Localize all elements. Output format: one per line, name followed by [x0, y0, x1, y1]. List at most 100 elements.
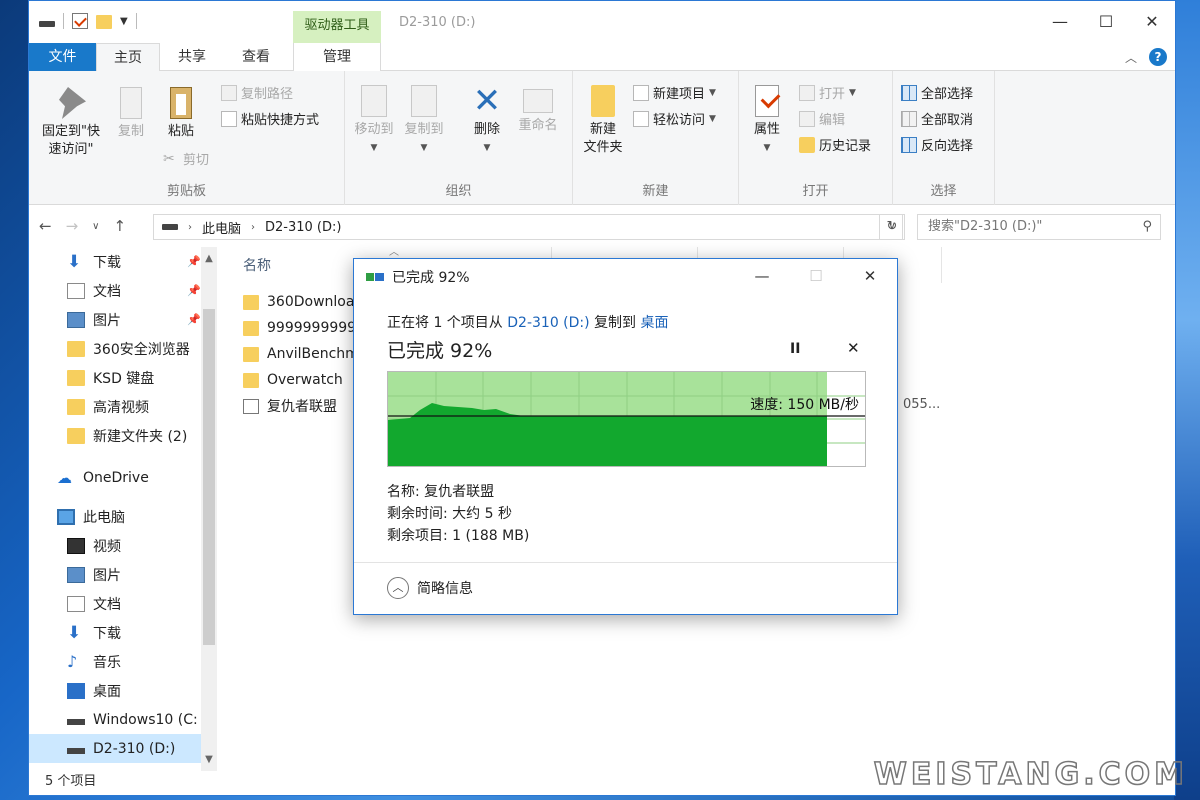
select-none-button[interactable]: 全部取消: [901, 109, 973, 128]
tab-file[interactable]: 文件: [29, 43, 96, 71]
nav-item-pictures-pinned[interactable]: 图片 📌: [29, 305, 201, 334]
nav-item-ksd-keyboard[interactable]: KSD 键盘: [29, 363, 201, 392]
paste-button[interactable]: 粘贴: [161, 87, 201, 141]
history-icon: [799, 136, 815, 153]
fewer-details-toggle[interactable]: ︿ 简略信息: [387, 577, 473, 599]
nav-item-this-pc[interactable]: 此电脑: [29, 502, 201, 531]
refresh-button[interactable]: ↻: [879, 214, 905, 240]
tab-share[interactable]: 共享: [160, 43, 224, 71]
forward-button[interactable]: →: [66, 217, 79, 235]
new-folder-button[interactable]: 新建 文件夹: [577, 85, 629, 157]
pin-to-quick-access-button[interactable]: 固定到"快 速访问": [35, 87, 107, 159]
nav-item-downloads-pinned[interactable]: ⬇ 下载 📌: [29, 247, 201, 276]
breadcrumb-this-pc[interactable]: 此电脑: [202, 218, 241, 237]
nav-item-documents-pinned[interactable]: 文档 📌: [29, 276, 201, 305]
source-link[interactable]: D2-310 (D:): [507, 315, 589, 331]
nav-item-hd-video[interactable]: 高清视频: [29, 392, 201, 421]
organize-group-label: 组织: [445, 184, 472, 199]
paste-icon: [170, 87, 192, 119]
delete-button[interactable]: ✕ 删除 ▼: [467, 84, 507, 157]
nav-item-drive-c[interactable]: Windows10 (C:: [29, 705, 201, 734]
nav-item-downloads[interactable]: ⬇ 下载: [29, 618, 201, 647]
properties-button[interactable]: 属性 ▼: [747, 85, 787, 157]
tab-view[interactable]: 查看: [224, 43, 288, 71]
dropdown-arrow-icon: ▼: [849, 87, 856, 98]
up-button[interactable]: ↑: [113, 217, 126, 235]
copy-to-icon: [411, 85, 437, 117]
back-button[interactable]: ←: [39, 217, 52, 235]
copy-icon: [120, 87, 142, 119]
file-row[interactable]: Overwatch: [243, 367, 343, 393]
tab-home[interactable]: 主页: [96, 43, 160, 72]
scroll-down-icon[interactable]: ▼: [201, 754, 217, 765]
nav-item-videos[interactable]: 视频: [29, 531, 201, 560]
dialog-close-button[interactable]: ✕: [843, 259, 897, 293]
copy-button[interactable]: 复制: [111, 87, 151, 141]
minimize-button[interactable]: —: [1037, 1, 1083, 43]
copy-description: 正在将 1 个项目从 D2-310 (D:) 复制到 桌面: [387, 312, 669, 332]
copy-to-button[interactable]: 复制到 ▼: [401, 85, 447, 157]
cancel-copy-button[interactable]: ✕: [847, 339, 860, 357]
file-row[interactable]: AnvilBenchm: [243, 341, 359, 367]
properties-icon[interactable]: [72, 13, 88, 29]
address-bar[interactable]: › 此电脑 › D2-310 (D:) ∨: [153, 214, 903, 240]
pin-icon[interactable]: 📌: [187, 284, 201, 297]
invert-selection-button[interactable]: 反向选择: [901, 135, 973, 154]
nav-item-onedrive[interactable]: ☁ OneDrive: [29, 463, 201, 492]
nav-item-pictures[interactable]: 图片: [29, 560, 201, 589]
rename-button[interactable]: 重命名: [513, 85, 563, 135]
nav-item-desktop[interactable]: 桌面: [29, 676, 201, 705]
paste-shortcut-button[interactable]: 粘贴快捷方式: [221, 109, 319, 128]
file-row[interactable]: 复仇者联盟: [243, 393, 337, 419]
collapse-ribbon-icon[interactable]: ︿: [1125, 49, 1137, 66]
file-row[interactable]: 9999999999: [243, 315, 356, 341]
open-button[interactable]: 打开 ▼: [799, 83, 856, 102]
edit-button[interactable]: 编辑: [799, 109, 845, 128]
nav-item-music[interactable]: ♪ 音乐: [29, 647, 201, 676]
divider: [63, 13, 64, 29]
customize-quick-access-icon[interactable]: ▼: [120, 16, 128, 27]
nav-item-new-folder-2[interactable]: 新建文件夹 (2): [29, 421, 201, 450]
destination-link[interactable]: 桌面: [641, 315, 669, 331]
move-to-button[interactable]: 移动到 ▼: [351, 85, 397, 157]
help-icon[interactable]: ?: [1149, 48, 1167, 66]
nav-pane-scrollbar[interactable]: ▲ ▼: [201, 247, 217, 771]
column-divider[interactable]: [941, 247, 942, 283]
drive-tools-context-label: 驱动器工具: [293, 11, 381, 43]
close-button[interactable]: ✕: [1129, 1, 1175, 43]
tab-manage[interactable]: 管理: [293, 43, 381, 71]
file-row[interactable]: 360Downloa: [243, 289, 354, 315]
new-item-icon: [633, 84, 649, 101]
breadcrumb-drive[interactable]: D2-310 (D:): [265, 220, 341, 235]
nav-item-documents[interactable]: 文档: [29, 589, 201, 618]
select-none-label: 全部取消: [921, 113, 974, 128]
scroll-up-icon[interactable]: ▲: [201, 253, 217, 264]
pause-button[interactable]: II: [790, 341, 800, 357]
speed-label: 速度: 150 MB/秒: [750, 397, 859, 413]
new-folder-icon[interactable]: [96, 14, 112, 29]
column-header-name[interactable]: 名称: [243, 255, 271, 275]
chevron-right-icon[interactable]: ›: [188, 222, 192, 233]
select-all-button[interactable]: 全部选择: [901, 83, 973, 102]
invert-selection-label: 反向选择: [921, 139, 974, 154]
recent-locations-button[interactable]: ∨: [92, 221, 99, 232]
scrollbar-thumb[interactable]: [203, 309, 215, 645]
scissors-icon: ✂: [163, 150, 175, 167]
nav-item-drive-d[interactable]: D2-310 (D:): [29, 734, 201, 763]
file-name: 复仇者联盟: [267, 399, 337, 415]
folder-icon: [67, 427, 85, 444]
clipboard-group: 固定到"快 速访问" 复制 粘贴 复制路径 粘贴快捷方式 ✂ 剪切 剪贴板: [29, 71, 345, 205]
pin-icon[interactable]: 📌: [187, 255, 201, 268]
copy-path-button[interactable]: 复制路径: [221, 83, 293, 102]
pin-icon[interactable]: 📌: [187, 313, 201, 326]
cut-button[interactable]: ✂ 剪切: [163, 149, 209, 169]
chevron-right-icon[interactable]: ›: [251, 222, 255, 233]
nav-item-360-browser[interactable]: 360安全浏览器: [29, 334, 201, 363]
maximize-button[interactable]: ☐: [1083, 1, 1129, 43]
search-input[interactable]: 搜索"D2-310 (D:)" ⚲: [917, 214, 1161, 240]
history-button[interactable]: 历史记录: [799, 135, 871, 154]
easy-access-button[interactable]: 轻松访问 ▼: [633, 109, 716, 128]
drive-icon: [67, 719, 85, 725]
new-item-button[interactable]: 新建项目 ▼: [633, 83, 716, 102]
dialog-minimize-button[interactable]: —: [735, 259, 789, 293]
